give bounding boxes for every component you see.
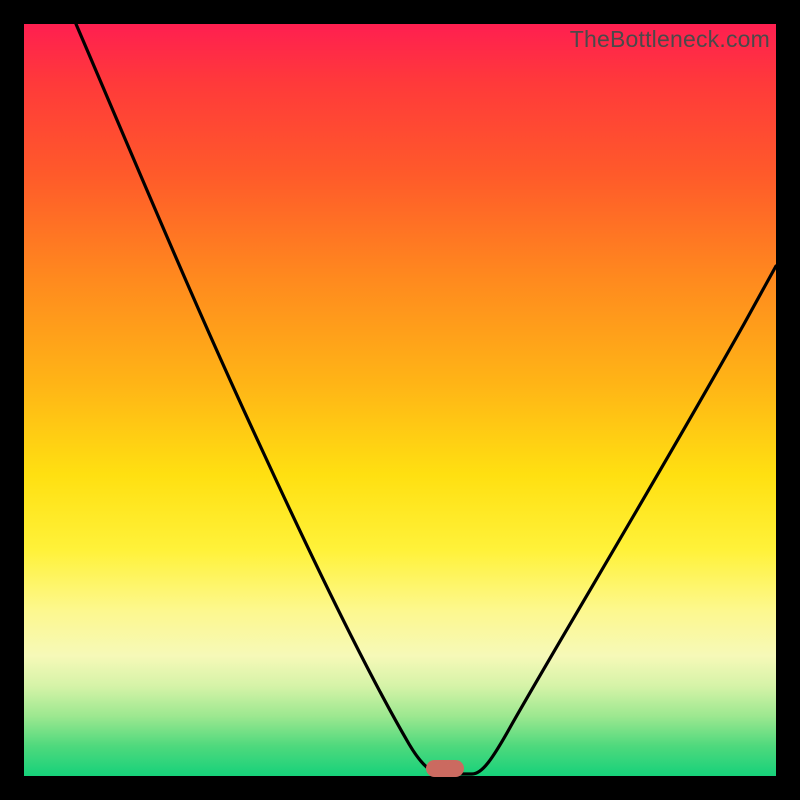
optimal-marker: [426, 760, 464, 777]
bottleneck-curve: [24, 24, 776, 776]
curve-path: [76, 24, 776, 774]
chart-plot-area: TheBottleneck.com: [24, 24, 776, 776]
chart-frame: TheBottleneck.com: [0, 0, 800, 800]
